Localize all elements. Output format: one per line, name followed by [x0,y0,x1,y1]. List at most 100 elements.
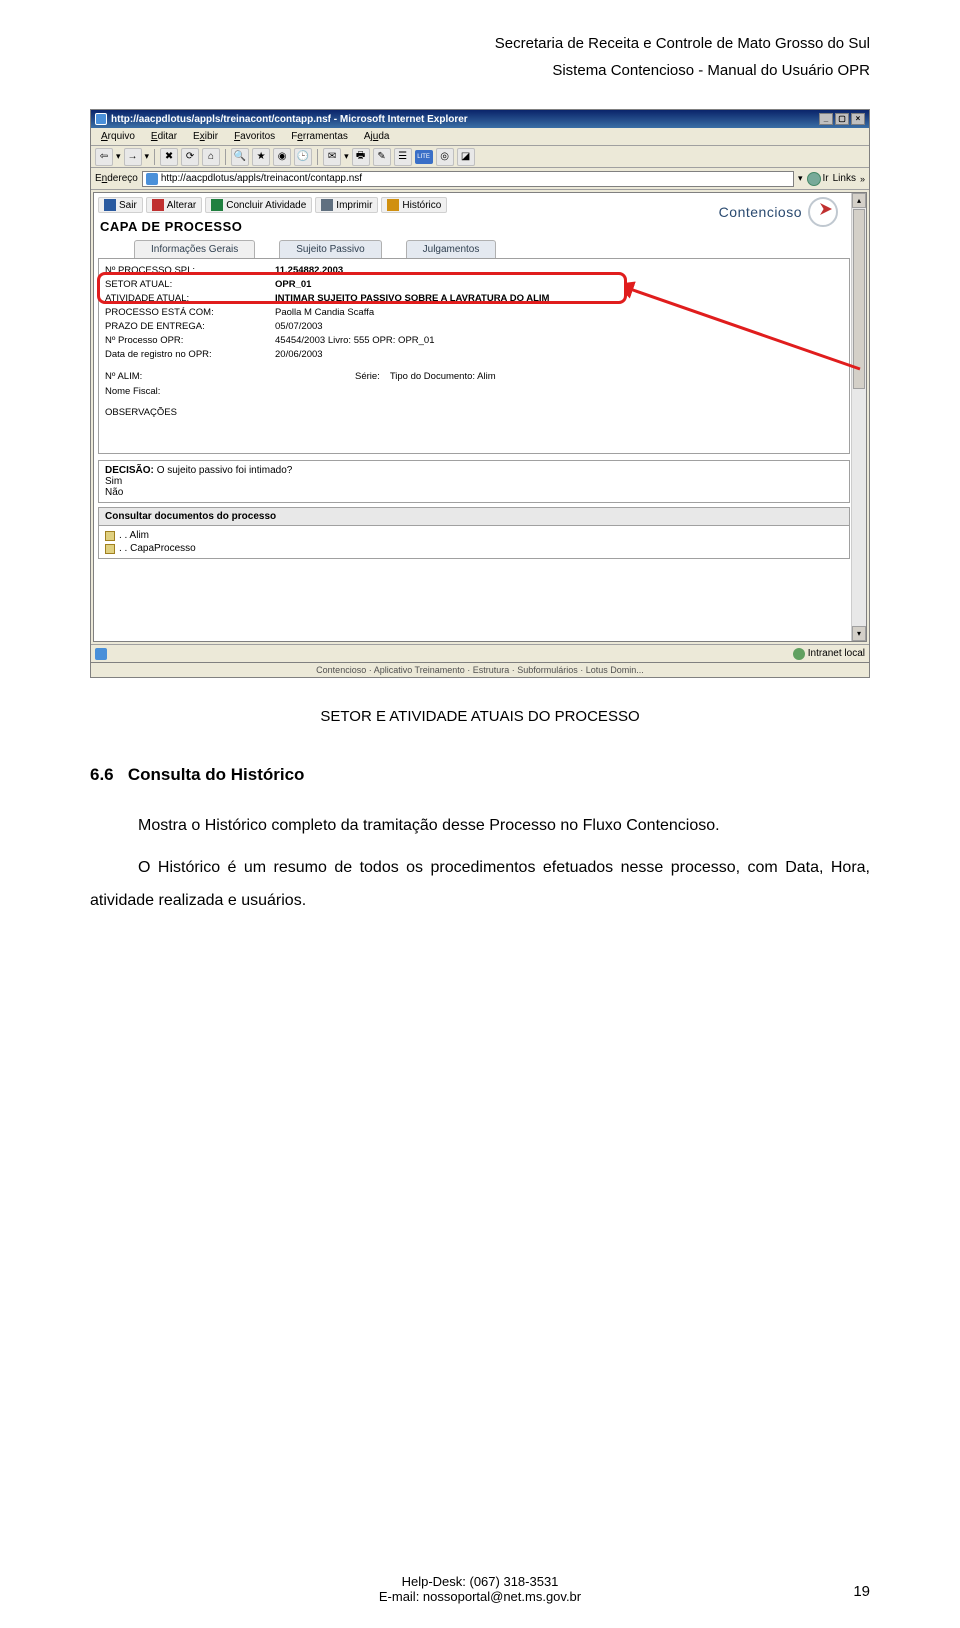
tab-sujeito-passivo[interactable]: Sujeito Passivo [279,240,381,258]
section-number: 6.6 [90,765,114,784]
vertical-scrollbar[interactable]: ▴ ▾ [851,193,866,641]
atividade-label: ATIVIDADE ATUAL: [105,293,275,304]
exit-icon [104,199,116,211]
url-input[interactable]: http://aacpdlotus/appls/treinacont/conta… [142,171,794,187]
doc-alim-label: . . Alim [119,530,149,541]
doc-capa-label: . . CapaProcesso [119,543,196,554]
serie-label: Série: [355,371,380,383]
imprimir-label: Imprimir [336,200,372,211]
prazo-value: 05/07/2003 [275,321,323,332]
url-text: http://aacpdlotus/appls/treinacont/conta… [161,173,362,184]
go-label: Ir [823,173,829,184]
decisao-question: O sujeito passivo foi intimado? [157,465,293,476]
mail-button[interactable]: ✉ [323,148,341,166]
back-button[interactable]: ⇦ [95,148,113,166]
ie-icon [95,113,107,125]
check-icon [211,199,223,211]
extra1-button[interactable]: ◎ [436,148,454,166]
print-icon [321,199,333,211]
favorites-button[interactable]: ★ [252,148,270,166]
go-icon [807,172,821,186]
tabs-row: Informações Gerais Sujeito Passivo Julga… [94,240,866,258]
menu-exibir[interactable]: Exibir [187,130,224,143]
alterar-button[interactable]: Alterar [146,197,202,213]
historico-button[interactable]: Histórico [381,197,447,213]
obs-label: OBSERVAÇÕES [105,407,177,418]
status-bar: Intranet local [91,644,869,662]
doc-header-line2: Sistema Contencioso - Manual do Usuário … [90,57,870,84]
sair-label: Sair [119,200,137,211]
figure-caption: SETOR E ATIVIDADE ATUAIS DO PROCESSO [90,708,870,725]
bottom-info-bar: Contencioso · Aplicativo Treinamento · E… [91,662,869,677]
consult-header: Consultar documentos do processo [98,507,850,526]
extra2-button[interactable]: ◪ [457,148,475,166]
spi-label: Nº PROCESSO SPI : [105,265,275,276]
media-button[interactable]: ◉ [273,148,291,166]
nome-fiscal-label: Nome Fiscal: [105,386,275,398]
alterar-label: Alterar [167,200,196,211]
browser-toolbar: ⇦ ▾ → ▾ ✖ ⟳ ⌂ 🔍 ★ ◉ 🕒 ✉ ▾ 🖶 ✎ ☰ LITE ◎ ◪ [91,146,869,168]
forward-button[interactable]: → [124,148,142,166]
print-button[interactable]: 🖶 [352,148,370,166]
scroll-down[interactable]: ▾ [852,626,866,641]
edit-icon [152,199,164,211]
decisao-nao[interactable]: Não [105,487,843,498]
document-icon [105,544,115,554]
refresh-button[interactable]: ⟳ [181,148,199,166]
menu-editar[interactable]: Editar [145,130,183,143]
spi-value: 11.254882.2003 [275,265,343,276]
tab-informacoes-gerais[interactable]: Informações Gerais [134,240,255,258]
docs-list: . . Alim . . CapaProcesso [98,526,850,559]
url-dropdown[interactable]: ▾ [798,173,803,184]
sair-button[interactable]: Sair [98,197,143,213]
tab-julgamentos[interactable]: Julgamentos [406,240,497,258]
links-label[interactable]: Links [833,173,856,184]
stop-button[interactable]: ✖ [160,148,178,166]
concluir-button[interactable]: Concluir Atividade [205,197,312,213]
zone-label: Intranet local [808,648,865,659]
section-title-text: Consulta do Histórico [128,765,305,784]
status-ie-icon [95,648,107,660]
edit-button[interactable]: ✎ [373,148,391,166]
tipodoc-label: Tipo do Documento: Alim [390,371,496,383]
concluir-label: Concluir Atividade [226,200,306,211]
setor-label: SETOR ATUAL: [105,279,275,290]
links-expand[interactable]: » [860,174,865,184]
menu-ferramentas[interactable]: Ferramentas [285,130,354,143]
security-zone: Intranet local [793,648,865,660]
screenshot-container: http://aacpdlotus/appls/treinacont/conta… [90,109,870,678]
scroll-up[interactable]: ▴ [852,193,866,208]
body-paragraph-1: Mostra o Histórico completo da tramitaçã… [90,809,870,843]
menu-favoritos[interactable]: Favoritos [228,130,281,143]
discuss-button[interactable]: ☰ [394,148,412,166]
registro-label: Data de registro no OPR: [105,349,275,360]
maximize-button[interactable]: ▢ [835,113,849,125]
close-button[interactable]: × [851,113,865,125]
imprimir-button[interactable]: Imprimir [315,197,378,213]
page-icon [146,173,158,185]
atividade-value: INTIMAR SUJEITO PASSIVO SOBRE A LAVRATUR… [275,293,549,304]
address-label: Endereço [95,173,138,184]
document-icon [105,531,115,541]
scroll-thumb[interactable] [853,209,865,389]
menu-ajuda[interactable]: Ajuda [358,130,396,143]
decisao-sim[interactable]: Sim [105,476,843,487]
minimize-button[interactable]: _ [819,113,833,125]
history-button[interactable]: 🕒 [294,148,312,166]
menu-arquivo[interactable]: Arquivo [95,130,141,143]
page-footer: Help-Desk: (067) 318-3531 E-mail: nossop… [0,1574,960,1604]
home-button[interactable]: ⌂ [202,148,220,166]
page-number: 19 [853,1583,870,1600]
search-button[interactable]: 🔍 [231,148,249,166]
doc-alim[interactable]: . . Alim [105,529,843,542]
logo-circle-icon [808,197,838,227]
doc-capa[interactable]: . . CapaProcesso [105,542,843,555]
form-area: Nº PROCESSO SPI :11.254882.2003 SETOR AT… [98,258,850,454]
body-paragraph-2: O Histórico é um resumo de todos os proc… [90,851,870,918]
logo-text: Contencioso [719,204,802,220]
setor-value: OPR_01 [275,279,311,290]
go-button[interactable]: Ir [807,172,829,186]
history-icon [387,199,399,211]
footer-email: E-mail: nossoportal@net.ms.gov.br [0,1589,960,1604]
footer-helpdesk: Help-Desk: (067) 318-3531 [0,1574,960,1589]
